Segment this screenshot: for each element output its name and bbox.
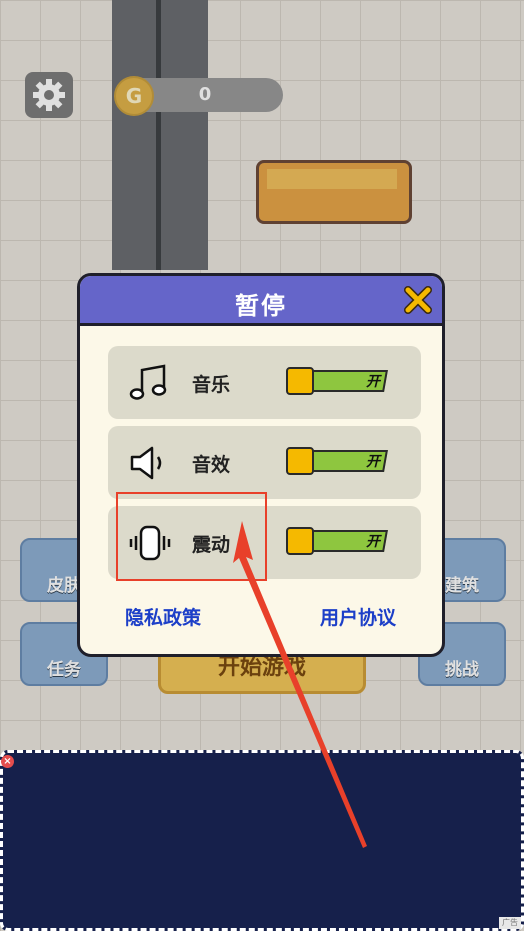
- close-button[interactable]: [404, 286, 432, 314]
- toggle-knob: [286, 447, 314, 475]
- music-toggle-text: 开: [366, 374, 380, 390]
- sound-effects-toggle-text: 开: [366, 454, 380, 470]
- sound-effects-label: 音效: [192, 454, 231, 476]
- toggle-knob: [286, 367, 314, 395]
- close-icon: [404, 286, 432, 314]
- sound-effects-toggle[interactable]: 开: [286, 447, 390, 475]
- music-row: 音乐 开: [108, 346, 421, 419]
- dialog-header: 暂停: [80, 276, 442, 326]
- music-toggle[interactable]: 开: [286, 367, 390, 395]
- pause-dialog: 暂停 音乐 开 音效 开 震动 开 隐私政策 用户协议: [77, 273, 445, 657]
- highlight-box: [116, 492, 267, 581]
- ad-close-icon[interactable]: ×: [1, 755, 14, 768]
- ad-tag: 广告: [499, 917, 521, 929]
- music-label: 音乐: [192, 374, 231, 396]
- dialog-title: 暂停: [235, 292, 287, 320]
- ad-panel[interactable]: [0, 750, 524, 931]
- vibration-toggle[interactable]: 开: [286, 527, 390, 555]
- vibration-toggle-text: 开: [366, 534, 380, 550]
- sound-effects-row: 音效 开: [108, 426, 421, 499]
- music-note-icon: [128, 364, 172, 402]
- user-agreement-link[interactable]: 用户协议: [320, 603, 396, 630]
- speaker-icon: [128, 444, 172, 482]
- privacy-policy-link[interactable]: 隐私政策: [125, 603, 201, 630]
- toggle-knob: [286, 527, 314, 555]
